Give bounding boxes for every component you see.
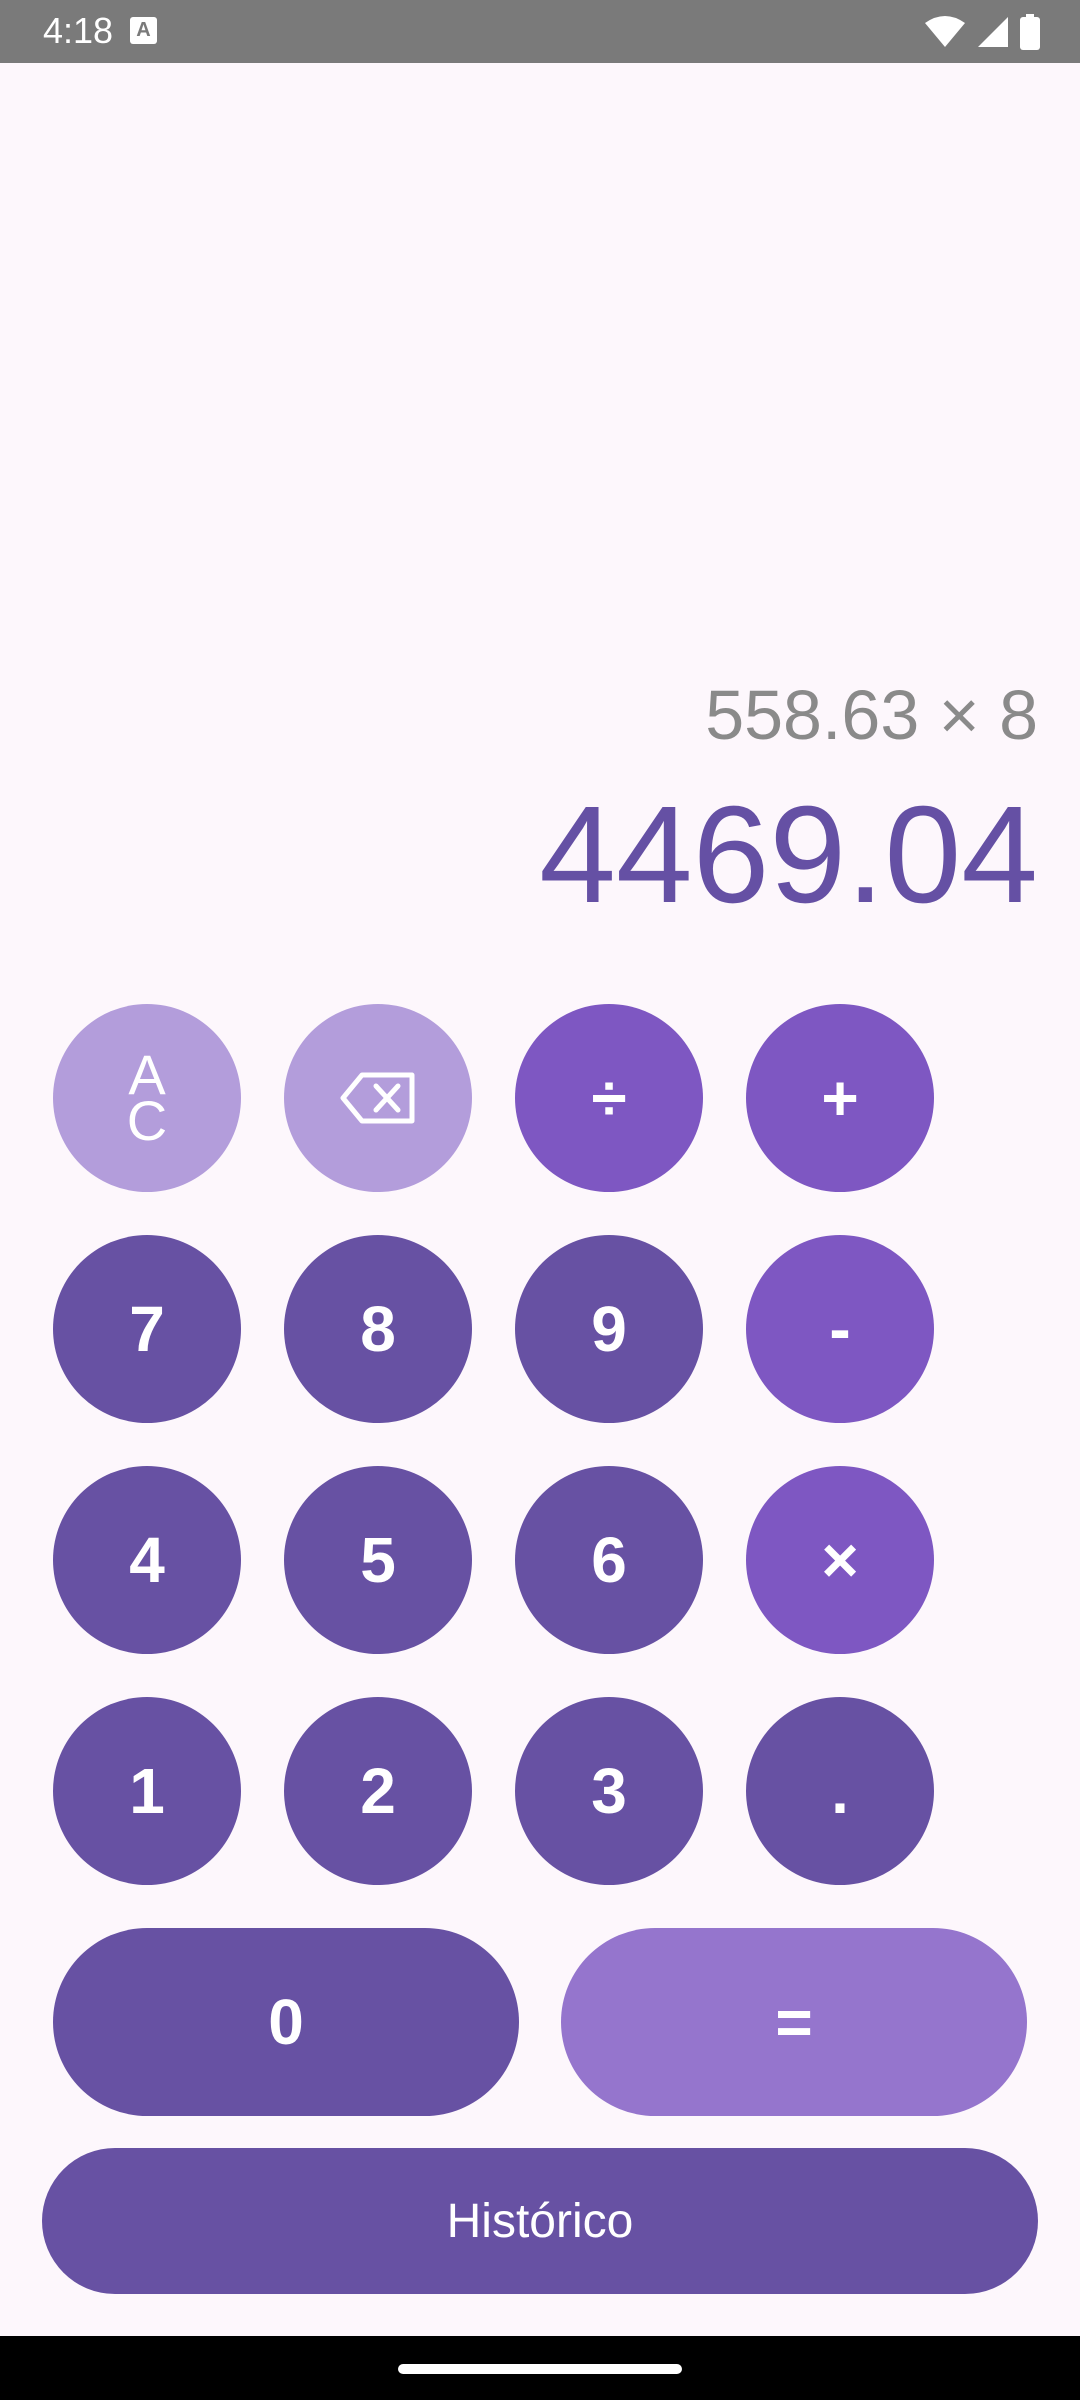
digit-6-button[interactable]: 6 xyxy=(515,1466,703,1654)
backspace-icon xyxy=(340,1072,415,1124)
expression-display: 558.63 × 8 xyxy=(705,676,1038,754)
home-indicator[interactable] xyxy=(398,2364,682,2374)
add-button[interactable]: + xyxy=(746,1004,934,1192)
result-display: 4469.04 xyxy=(539,778,1038,932)
digit-2-button[interactable]: 2 xyxy=(284,1697,472,1885)
clear-button[interactable]: A C xyxy=(53,1004,241,1192)
digit-5-button[interactable]: 5 xyxy=(284,1466,472,1654)
status-time: 4:18 xyxy=(43,10,114,51)
backspace-button[interactable] xyxy=(284,1004,472,1192)
wifi-icon xyxy=(925,16,965,47)
digit-0-button[interactable]: 0 xyxy=(53,1928,519,2116)
digit-3-button[interactable]: 3 xyxy=(515,1697,703,1885)
status-bar: 4:18 A xyxy=(0,0,1080,63)
status-icons xyxy=(924,12,1040,52)
subtract-button[interactable]: - xyxy=(746,1235,934,1423)
decimal-point-button[interactable]: . xyxy=(746,1697,934,1885)
digit-8-button[interactable]: 8 xyxy=(284,1235,472,1423)
equals-button[interactable]: = xyxy=(561,1928,1027,2116)
multiply-button[interactable]: × xyxy=(746,1466,934,1654)
battery-icon xyxy=(1020,14,1040,50)
divide-button[interactable]: ÷ xyxy=(515,1004,703,1192)
text-notification-icon: A xyxy=(130,17,157,44)
digit-9-button[interactable]: 9 xyxy=(515,1235,703,1423)
digit-1-button[interactable]: 1 xyxy=(53,1697,241,1885)
history-button[interactable]: Histórico xyxy=(42,2148,1038,2294)
digit-4-button[interactable]: 4 xyxy=(53,1466,241,1654)
digit-7-button[interactable]: 7 xyxy=(53,1235,241,1423)
navigation-bar xyxy=(0,2336,1080,2400)
signal-icon xyxy=(978,17,1008,47)
clear-label-bottom: C xyxy=(126,1089,168,1152)
